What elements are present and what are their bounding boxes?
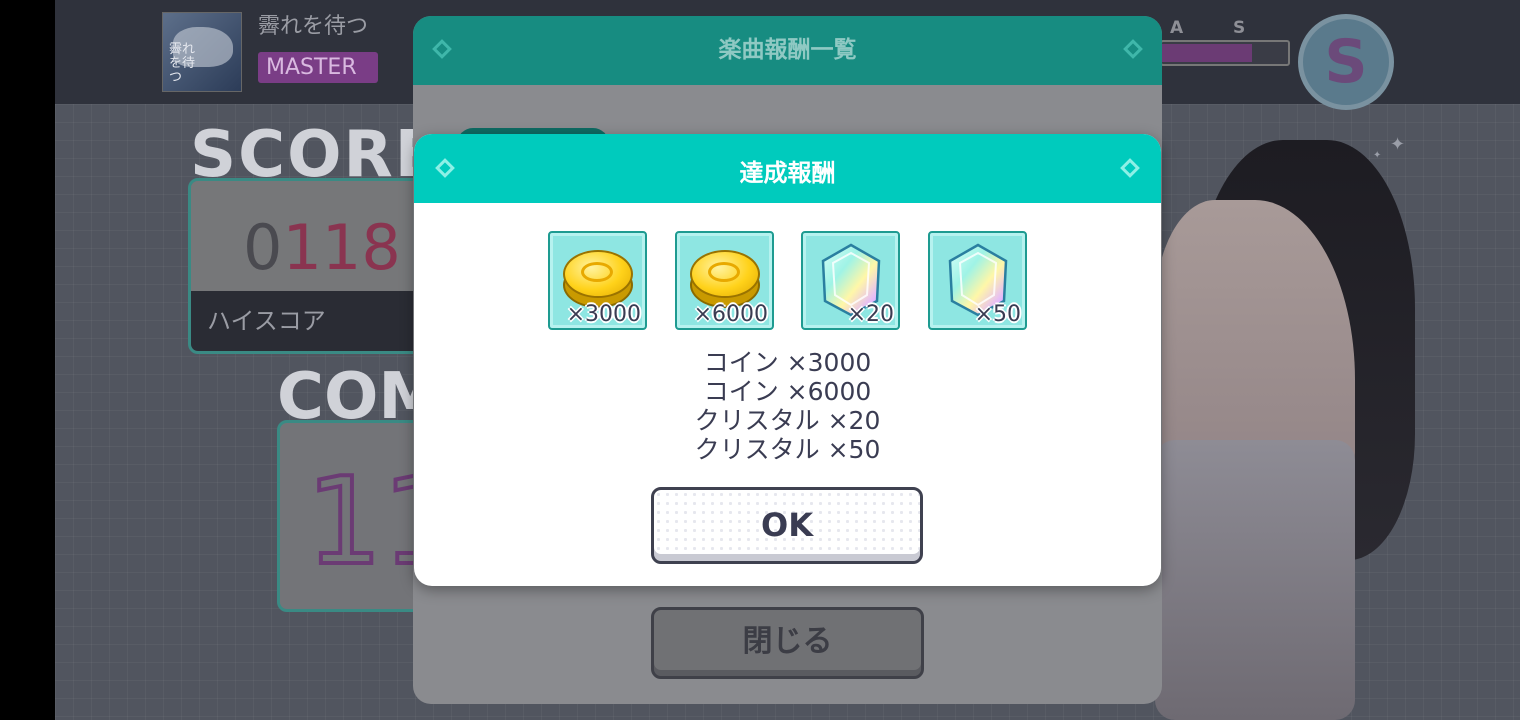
song-rewards-header: 楽曲報酬一覧 — [413, 16, 1162, 85]
coin-icon — [690, 250, 760, 308]
achievement-rewards-dialog: 達成報酬 ×3000 ×6000 ×20 ×50 コイン ×3000 コイン ×… — [414, 134, 1161, 586]
achievement-rewards-header: 達成報酬 — [414, 134, 1161, 203]
reward-item-crystal-50[interactable]: ×50 — [928, 231, 1027, 330]
reward-line: コイン ×6000 — [703, 377, 872, 406]
score-value: 0118 — [243, 211, 401, 284]
reward-line: クリスタル ×50 — [694, 435, 881, 464]
close-button-label: 閉じる — [742, 624, 833, 659]
reward-quantity: ×3000 — [566, 302, 641, 327]
jacket-text: 霽れを待つ — [169, 42, 196, 85]
ok-button[interactable]: OK — [651, 487, 923, 564]
reward-item-crystal-20[interactable]: ×20 — [801, 231, 900, 330]
rank-emblem-icon: S — [1298, 14, 1394, 110]
reward-line: クリスタル ×20 — [694, 406, 881, 435]
song-rewards-title: 楽曲報酬一覧 — [718, 37, 857, 63]
character-illustration — [1155, 140, 1515, 720]
ok-button-label: OK — [761, 506, 813, 544]
achievement-rewards-title: 達成報酬 — [739, 159, 836, 187]
reward-quantity: ×20 — [847, 302, 894, 327]
reward-quantity: ×50 — [974, 302, 1021, 327]
rank-label-s: S — [1233, 18, 1246, 38]
reward-line: コイン ×3000 — [703, 348, 872, 377]
difficulty-badge: MASTER — [258, 52, 378, 83]
reward-list-text: コイン ×3000 コイン ×6000 クリスタル ×20 クリスタル ×50 — [414, 348, 1161, 464]
reward-quantity: ×6000 — [693, 302, 768, 327]
close-button[interactable]: 閉じる — [651, 607, 924, 679]
song-jacket: 霽れを待つ — [162, 12, 242, 92]
rank-emblem-letter: S — [1324, 27, 1368, 97]
coin-icon — [563, 250, 633, 308]
rank-label-a: A — [1170, 18, 1184, 38]
reward-item-coin-6000[interactable]: ×6000 — [675, 231, 774, 330]
song-title: 霽れを待つ — [258, 14, 369, 39]
reward-item-coin-3000[interactable]: ×3000 — [548, 231, 647, 330]
rank-progress-bar — [1160, 40, 1290, 66]
